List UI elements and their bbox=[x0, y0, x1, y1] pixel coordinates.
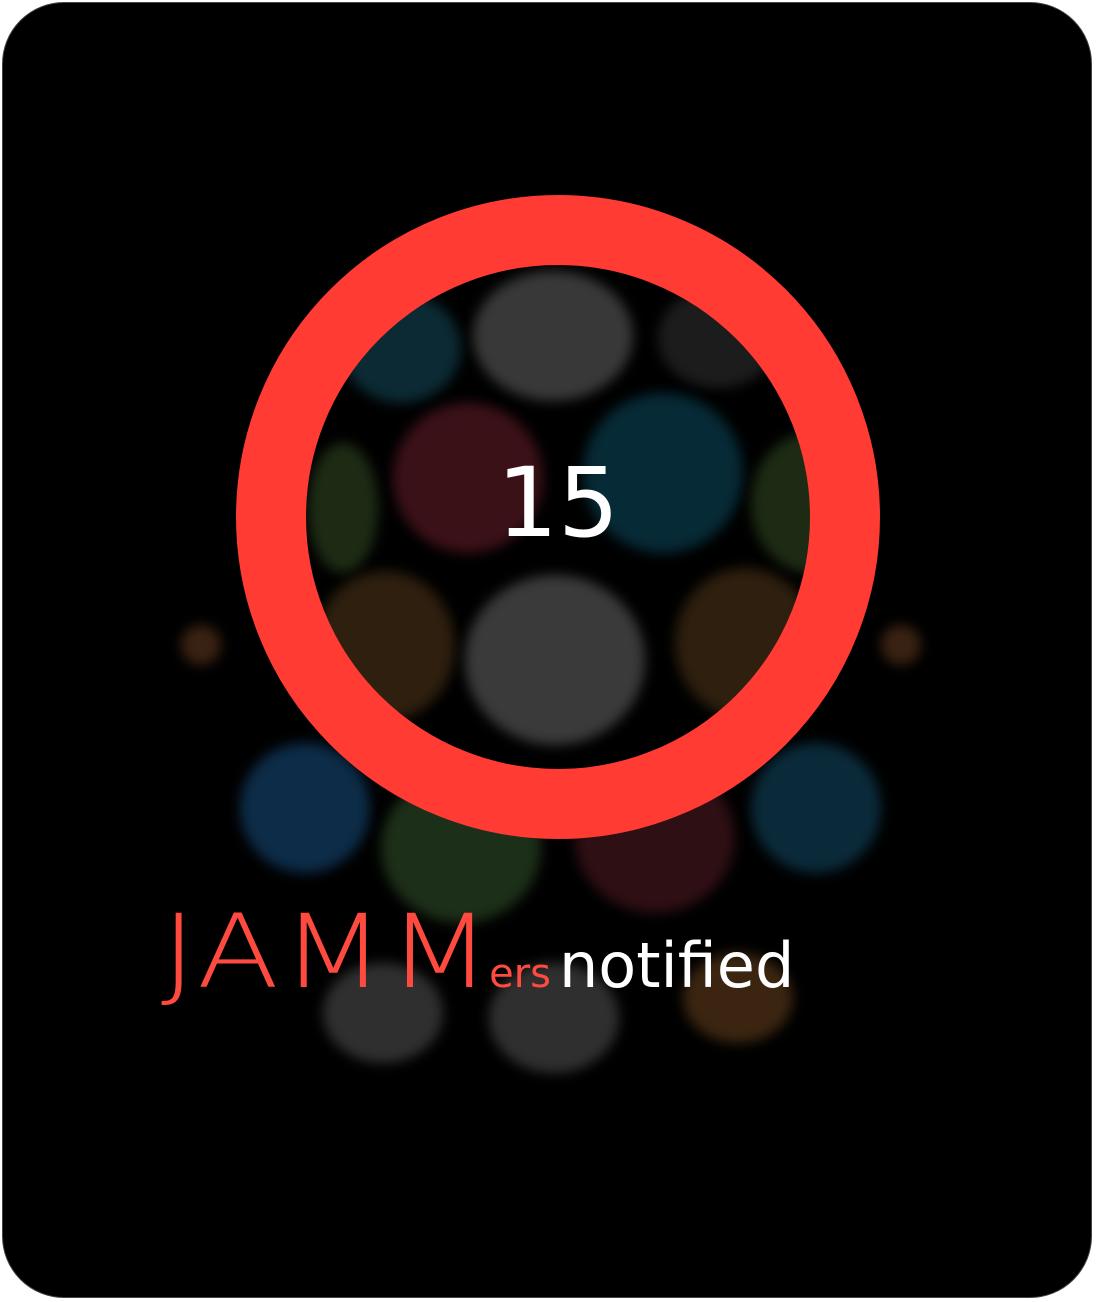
notification-caption: JAMMers notified bbox=[161, 893, 795, 1012]
watch-screen: 15 JAMMers notified bbox=[2, 2, 1092, 1298]
brand-logo-text: JAMM bbox=[161, 893, 494, 1012]
notified-count: 15 bbox=[496, 447, 620, 559]
bubble-icon bbox=[881, 625, 921, 665]
bubble-icon bbox=[181, 625, 221, 665]
brand-suffix: ers bbox=[489, 951, 551, 997]
bubble-icon bbox=[751, 743, 881, 873]
notified-label: notified bbox=[558, 929, 795, 1002]
